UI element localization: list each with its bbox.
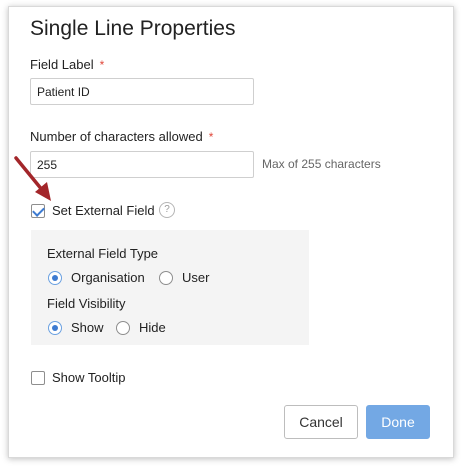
radio-user-label: User bbox=[182, 270, 210, 285]
single-line-properties-dialog: Single Line Properties Field Label * Numb… bbox=[8, 6, 454, 458]
radio-user[interactable] bbox=[159, 271, 173, 285]
required-marker: * bbox=[208, 130, 214, 144]
external-field-type-label: External Field Type bbox=[47, 246, 159, 261]
show-tooltip-label: Show Tooltip bbox=[52, 370, 126, 385]
annotation-arrow-icon bbox=[14, 156, 51, 201]
help-icon[interactable]: ? bbox=[159, 202, 175, 218]
set-external-field-label: Set External Field bbox=[52, 203, 155, 218]
radio-organisation-label: Organisation bbox=[71, 270, 145, 285]
chars-allowed-label: Number of characters allowed * bbox=[30, 129, 213, 144]
checkmark-icon bbox=[32, 204, 45, 217]
cancel-button[interactable]: Cancel bbox=[284, 405, 358, 439]
field-label-text: Field Label bbox=[30, 57, 94, 72]
radio-hide[interactable] bbox=[116, 321, 130, 335]
done-button[interactable]: Done bbox=[366, 405, 430, 439]
chars-allowed-input[interactable] bbox=[30, 151, 254, 178]
set-external-field-checkbox[interactable] bbox=[31, 204, 45, 218]
required-marker: * bbox=[99, 58, 105, 72]
chars-allowed-text: Number of characters allowed bbox=[30, 129, 203, 144]
radio-hide-label: Hide bbox=[139, 320, 166, 335]
chars-allowed-hint: Max of 255 characters bbox=[262, 157, 381, 171]
radio-organisation[interactable] bbox=[48, 271, 62, 285]
external-field-panel: External Field Type Organisation User Fi… bbox=[31, 230, 309, 345]
show-tooltip-checkbox[interactable] bbox=[31, 371, 45, 385]
radio-show[interactable] bbox=[48, 321, 62, 335]
field-label-label: Field Label * bbox=[30, 57, 104, 72]
field-visibility-label: Field Visibility bbox=[47, 296, 126, 311]
field-label-input[interactable] bbox=[30, 78, 254, 105]
dialog-title: Single Line Properties bbox=[30, 17, 236, 40]
radio-show-label: Show bbox=[71, 320, 104, 335]
